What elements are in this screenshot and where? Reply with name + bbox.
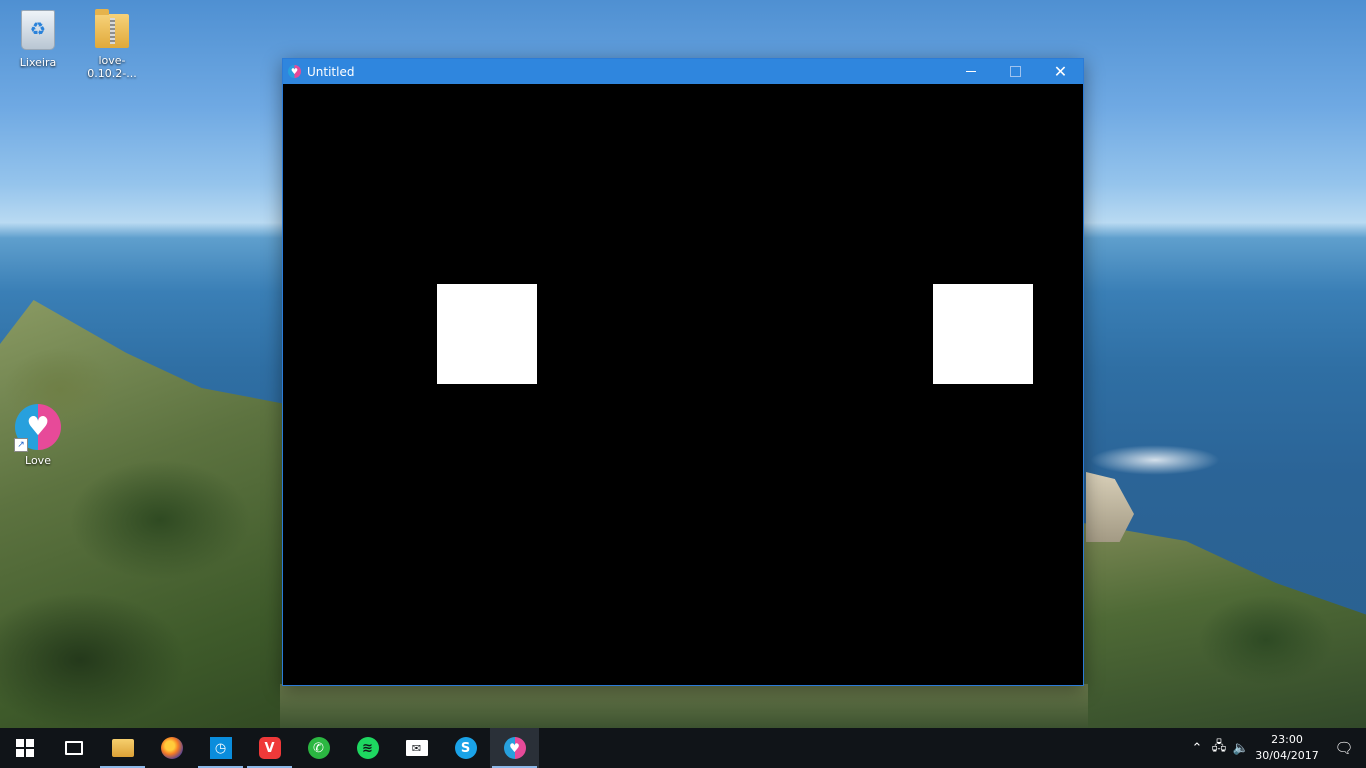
- desktop-icon-recycle-bin[interactable]: Lixeira: [0, 10, 76, 69]
- start-button[interactable]: [0, 728, 49, 768]
- taskbar-store[interactable]: ◷: [196, 728, 245, 768]
- desktop-icon-love-shortcut[interactable]: ♥ ↗ Love: [0, 404, 76, 467]
- taskbar-mail[interactable]: ✉: [392, 728, 441, 768]
- close-button[interactable]: ✕: [1038, 59, 1083, 84]
- volume-icon[interactable]: 🔈: [1230, 741, 1252, 756]
- windows-start-icon: [15, 739, 34, 757]
- taskbar-vivaldi[interactable]: V: [245, 728, 294, 768]
- close-icon: ✕: [1053, 62, 1068, 81]
- task-view-button[interactable]: [49, 728, 98, 768]
- taskbar-firefox[interactable]: [147, 728, 196, 768]
- vivaldi-icon: V: [258, 737, 281, 759]
- folder-icon: [95, 9, 129, 48]
- white-square-left: [437, 284, 537, 384]
- taskbar-whatsapp[interactable]: ✆: [294, 728, 343, 768]
- action-center-icon[interactable]: 🗨: [1322, 739, 1366, 757]
- mail-icon: ✉: [405, 740, 428, 756]
- show-hidden-icons-chevron-icon[interactable]: ⌃: [1186, 741, 1208, 756]
- taskbar-file-explorer[interactable]: [98, 728, 147, 768]
- taskbar-skype[interactable]: S: [441, 728, 490, 768]
- minimize-icon: [965, 71, 976, 72]
- firefox-icon: [160, 737, 183, 759]
- desktop-icon-label: love-0.10.2-...: [87, 54, 137, 80]
- system-tray: ⌃ 🖧 🔈 23:00 30/04/2017 🗨: [1186, 728, 1366, 768]
- love-app-icon: ♥: [288, 65, 301, 78]
- clock-date: 30/04/2017: [1255, 749, 1319, 762]
- file-explorer-icon: [111, 739, 134, 757]
- window-title: Untitled: [307, 64, 355, 79]
- recycle-bin-icon: [21, 10, 55, 50]
- spotify-icon: ≋: [356, 737, 379, 759]
- wallpaper-foliage: [280, 684, 1088, 728]
- taskbar: ◷ V ✆ ≋ ✉ S ♥ ⌃ 🖧 🔈 23:00 30/04/2017 🗨: [0, 728, 1366, 768]
- clock[interactable]: 23:00 30/04/2017: [1252, 732, 1322, 764]
- love-app-icon: ♥ ↗: [14, 404, 61, 452]
- maximize-icon: [1010, 66, 1021, 77]
- desktop-icon-label: Lixeira: [19, 56, 57, 69]
- taskbar-spotify[interactable]: ≋: [343, 728, 392, 768]
- shortcut-arrow-icon: ↗: [14, 438, 28, 452]
- window-titlebar[interactable]: ♥ Untitled ✕: [283, 59, 1083, 84]
- wallpaper-surf: [1090, 445, 1220, 475]
- skype-icon: S: [454, 737, 477, 759]
- love-app-icon: ♥: [503, 737, 526, 759]
- desktop-icon-love-folder[interactable]: love-0.10.2-...: [74, 9, 150, 80]
- game-canvas[interactable]: [283, 84, 1083, 685]
- network-icon[interactable]: 🖧: [1208, 737, 1230, 759]
- whatsapp-icon: ✆: [307, 737, 330, 759]
- desktop-icon-label: Love: [25, 454, 51, 467]
- wallpaper-shore: [1066, 520, 1366, 730]
- task-view-icon: [64, 741, 83, 755]
- love-window[interactable]: ♥ Untitled ✕: [282, 58, 1084, 686]
- taskbar-love[interactable]: ♥: [490, 728, 539, 768]
- white-square-right: [933, 284, 1033, 384]
- maximize-button[interactable]: [993, 59, 1038, 84]
- store-icon: ◷: [209, 737, 232, 759]
- clock-time: 23:00: [1271, 733, 1303, 746]
- minimize-button[interactable]: [948, 59, 993, 84]
